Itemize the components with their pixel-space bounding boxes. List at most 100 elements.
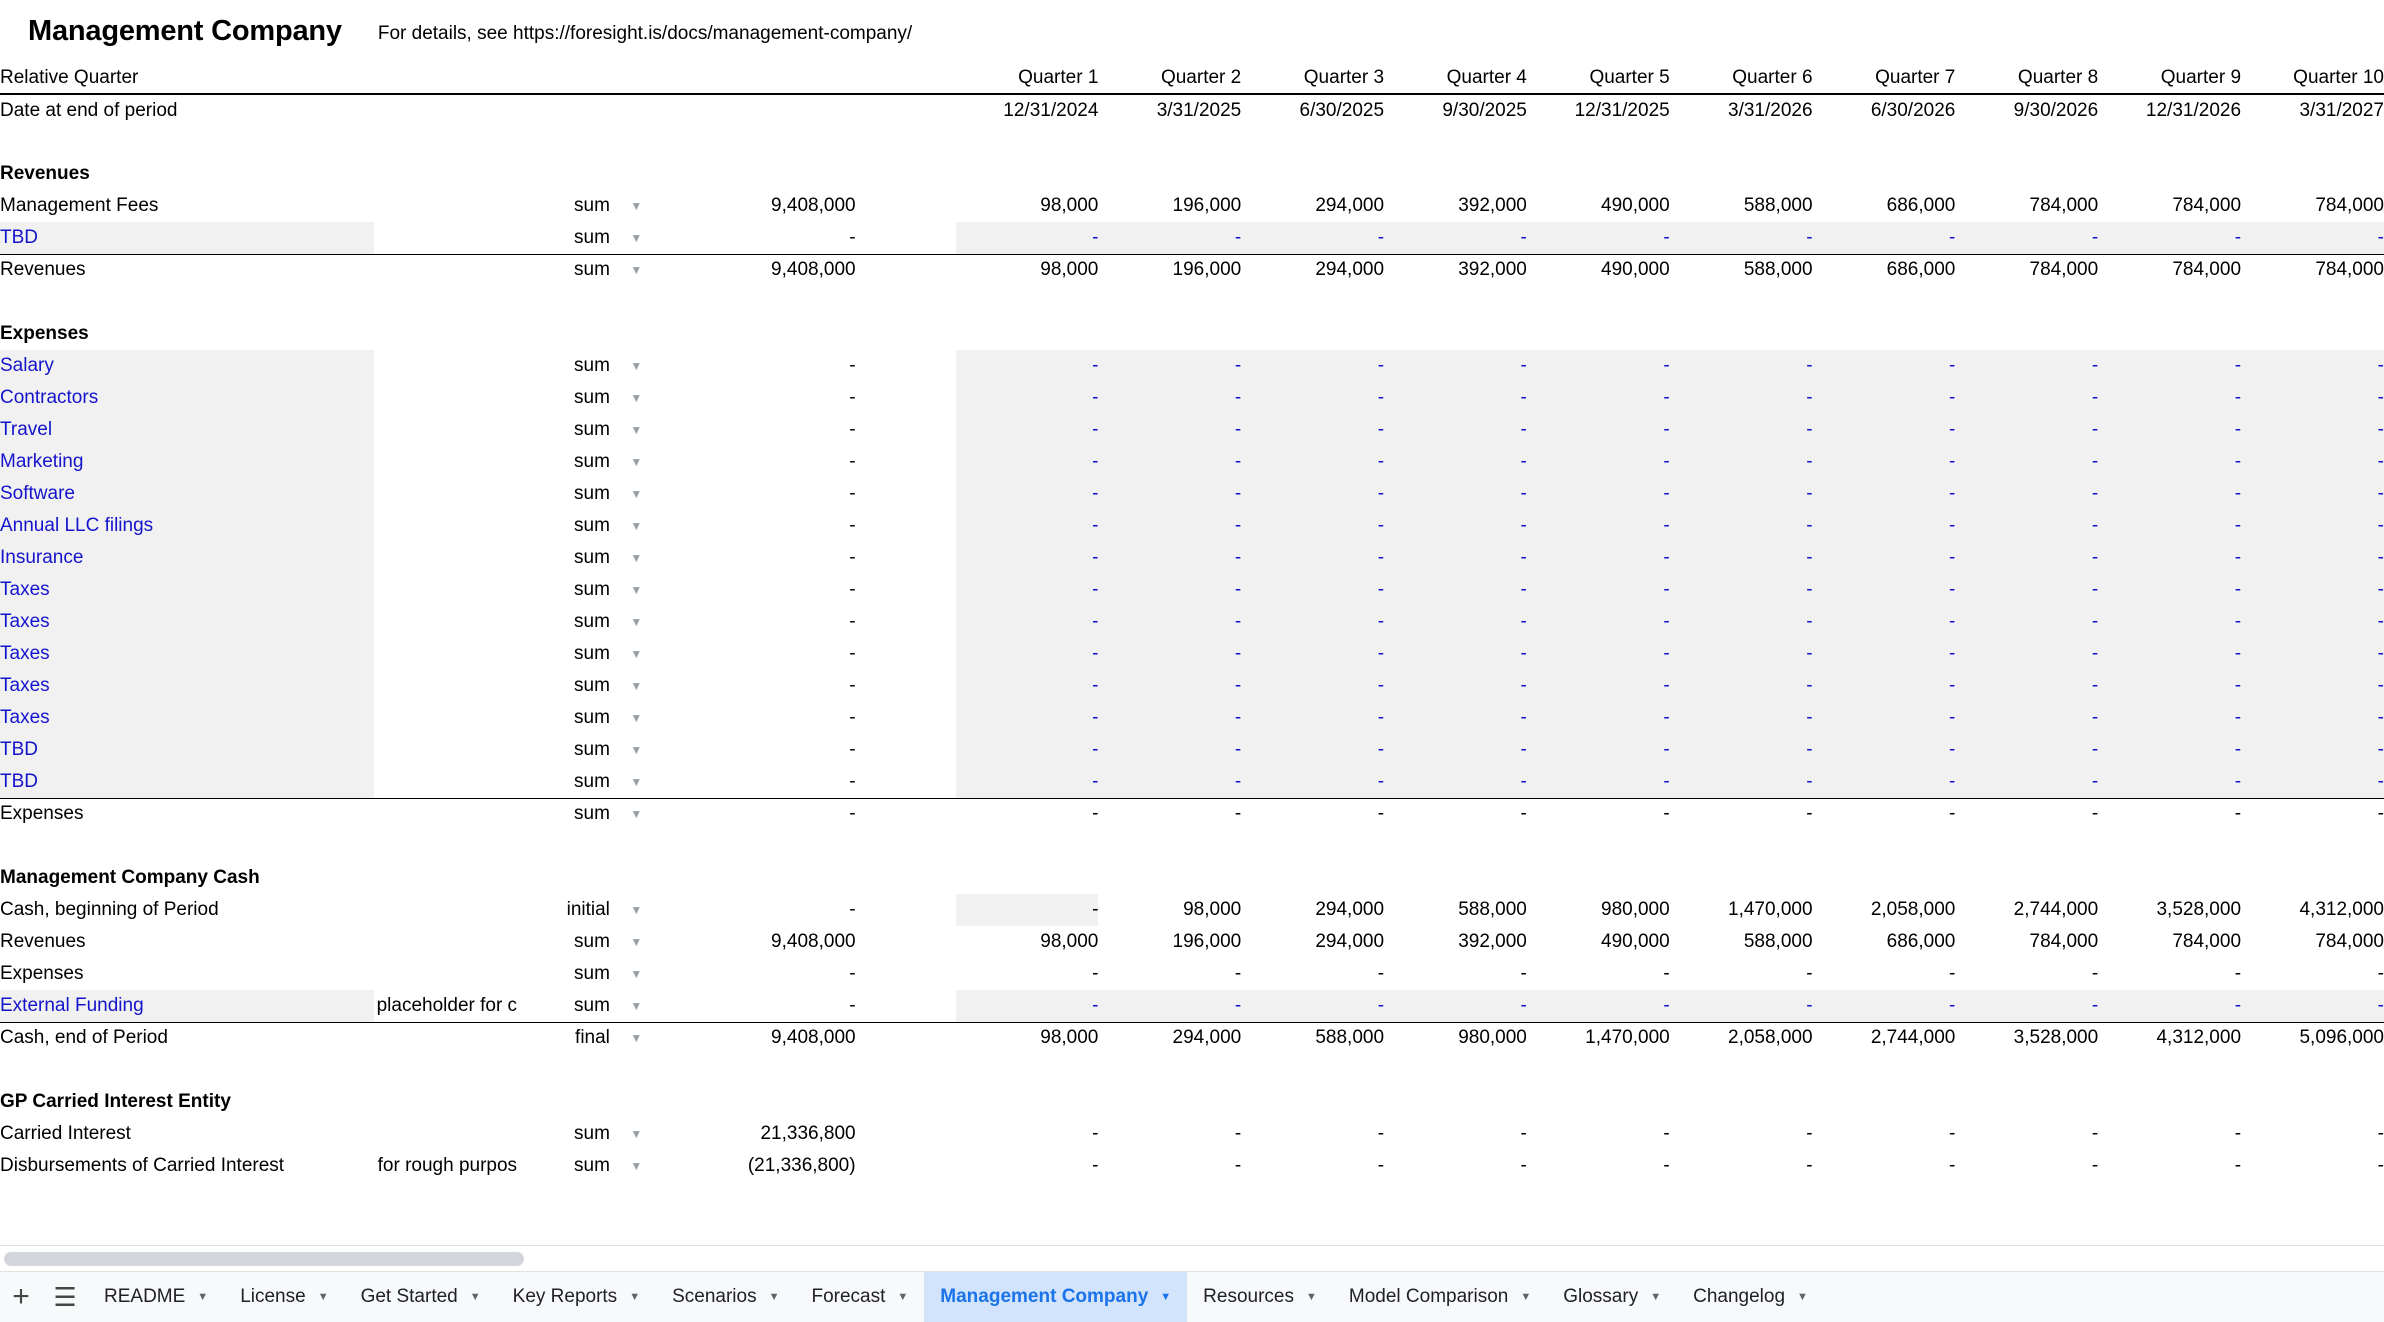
row-total[interactable]: 9,408,000 — [663, 926, 856, 958]
aggregation-label[interactable]: sum — [517, 510, 610, 542]
value-cell[interactable]: - — [1812, 574, 1956, 606]
value-cell[interactable]: - — [1955, 414, 2099, 446]
value-cell[interactable]: - — [1670, 958, 1812, 990]
aggregation-label[interactable]: sum — [517, 702, 610, 734]
chevron-down-icon[interactable]: ▼ — [610, 190, 663, 222]
value-cell[interactable]: - — [955, 542, 1099, 574]
chevron-down-icon[interactable]: ▼ — [897, 1291, 908, 1303]
row-label-disbursements-of-carried-interest[interactable]: Disbursements of Carried Interest — [0, 1150, 374, 1182]
value-cell[interactable]: 2,058,000 — [1813, 894, 1956, 926]
value-cell[interactable]: - — [1955, 670, 2099, 702]
value-cell[interactable]: - — [1384, 638, 1527, 670]
value-cell[interactable]: - — [1098, 958, 1241, 990]
value-cell[interactable]: - — [1812, 797, 1956, 830]
value-cell[interactable]: - — [2241, 542, 2384, 574]
value-cell[interactable]: - — [1955, 638, 2099, 670]
row-note[interactable] — [374, 222, 517, 254]
value-cell[interactable]: - — [1098, 797, 1242, 830]
value-cell[interactable]: - — [1669, 414, 1813, 446]
value-cell[interactable]: 294,000 — [1241, 253, 1385, 286]
value-cell[interactable]: 784,000 — [1955, 190, 2099, 222]
value-cell[interactable]: - — [1526, 990, 1670, 1022]
row-label-expenses[interactable]: Expenses — [0, 797, 375, 830]
scrollbar-thumb[interactable] — [4, 1252, 524, 1266]
value-cell[interactable]: - — [1669, 446, 1813, 478]
sheet-tab-glossary[interactable]: Glossary ▼ — [1547, 1272, 1677, 1322]
row-label-carried-interest[interactable]: Carried Interest — [0, 1118, 374, 1150]
value-cell[interactable]: - — [1669, 670, 1813, 702]
value-cell[interactable]: - — [1812, 670, 1956, 702]
value-cell[interactable]: - — [1526, 446, 1670, 478]
value-cell[interactable]: 98,000 — [1098, 894, 1241, 926]
sheet-tab-key-reports[interactable]: Key Reports ▼ — [497, 1272, 656, 1322]
value-cell[interactable]: - — [1098, 222, 1242, 254]
value-cell[interactable]: 588,000 — [1669, 253, 1813, 286]
chevron-down-icon[interactable]: ▼ — [609, 1021, 663, 1054]
value-cell[interactable]: 588,000 — [1241, 1021, 1385, 1054]
value-cell[interactable]: - — [955, 478, 1099, 510]
row-label-tbd[interactable]: TBD — [0, 766, 375, 798]
hamburger-icon[interactable]: ☰ — [42, 1272, 88, 1322]
value-cell[interactable]: - — [1955, 382, 2099, 414]
value-cell[interactable]: - — [1813, 958, 1955, 990]
value-cell[interactable]: - — [1526, 734, 1670, 766]
value-cell[interactable]: - — [1384, 797, 1527, 830]
value-cell[interactable]: - — [955, 990, 1099, 1022]
value-cell[interactable]: - — [2241, 702, 2384, 734]
aggregation-label[interactable]: sum — [517, 990, 610, 1022]
value-cell[interactable]: - — [1098, 1118, 1241, 1150]
value-cell[interactable]: - — [1098, 766, 1242, 798]
value-cell[interactable]: - — [1241, 766, 1385, 798]
value-cell[interactable]: 98,000 — [956, 190, 1098, 222]
value-cell[interactable]: - — [1812, 638, 1956, 670]
row-note[interactable] — [374, 510, 517, 542]
aggregation-label[interactable]: sum — [517, 542, 610, 574]
chevron-down-icon[interactable]: ▼ — [610, 670, 663, 702]
value-cell[interactable]: - — [1527, 1150, 1669, 1182]
chevron-down-icon[interactable]: ▼ — [1520, 1291, 1531, 1303]
value-cell[interactable]: 784,000 — [2098, 253, 2242, 286]
value-cell[interactable]: - — [1955, 478, 2099, 510]
value-cell[interactable]: - — [1812, 446, 1956, 478]
value-cell[interactable]: - — [2098, 797, 2242, 830]
value-cell[interactable]: 1,470,000 — [1526, 1021, 1670, 1054]
row-total[interactable]: - — [663, 574, 855, 606]
value-cell[interactable]: - — [1669, 382, 1813, 414]
value-cell[interactable]: - — [2241, 382, 2384, 414]
value-cell[interactable]: 686,000 — [1812, 253, 1956, 286]
value-cell[interactable]: - — [2098, 382, 2242, 414]
value-cell[interactable]: - — [1526, 574, 1670, 606]
sheet-tab-scenarios[interactable]: Scenarios ▼ — [656, 1272, 795, 1322]
value-cell[interactable]: - — [955, 350, 1099, 382]
aggregation-label[interactable]: sum — [517, 1118, 610, 1150]
value-cell[interactable]: - — [1384, 766, 1527, 798]
value-cell[interactable]: - — [1098, 702, 1242, 734]
value-cell[interactable]: - — [1098, 990, 1242, 1022]
value-cell[interactable]: - — [1241, 350, 1385, 382]
value-cell[interactable]: - — [1955, 734, 2099, 766]
chevron-down-icon[interactable]: ▼ — [610, 734, 663, 766]
value-cell[interactable]: - — [1241, 734, 1385, 766]
value-cell[interactable]: - — [1098, 1150, 1241, 1182]
value-cell[interactable]: - — [1384, 382, 1527, 414]
aggregation-label[interactable]: sum — [517, 190, 610, 222]
value-cell[interactable]: - — [1241, 797, 1385, 830]
chevron-down-icon[interactable]: ▼ — [609, 253, 663, 286]
aggregation-label[interactable]: sum — [517, 1150, 610, 1182]
row-label-taxes[interactable]: Taxes — [0, 702, 375, 734]
aggregation-label[interactable]: sum — [517, 734, 610, 766]
value-cell[interactable]: - — [956, 1118, 1098, 1150]
chevron-down-icon[interactable]: ▼ — [610, 1118, 663, 1150]
value-cell[interactable]: - — [1241, 958, 1384, 990]
value-cell[interactable]: - — [2241, 734, 2384, 766]
chevron-down-icon[interactable]: ▼ — [610, 990, 663, 1022]
row-label-management-fees[interactable]: Management Fees — [0, 190, 374, 222]
value-cell[interactable]: - — [1527, 1118, 1669, 1150]
row-note[interactable] — [374, 382, 517, 414]
value-cell[interactable]: - — [2241, 510, 2384, 542]
row-note[interactable] — [374, 797, 518, 830]
value-cell[interactable]: 980,000 — [1527, 894, 1670, 926]
chevron-down-icon[interactable]: ▼ — [610, 606, 663, 638]
quarter-header-9[interactable]: Quarter 9 — [2098, 62, 2242, 95]
value-cell[interactable]: - — [2098, 990, 2242, 1022]
